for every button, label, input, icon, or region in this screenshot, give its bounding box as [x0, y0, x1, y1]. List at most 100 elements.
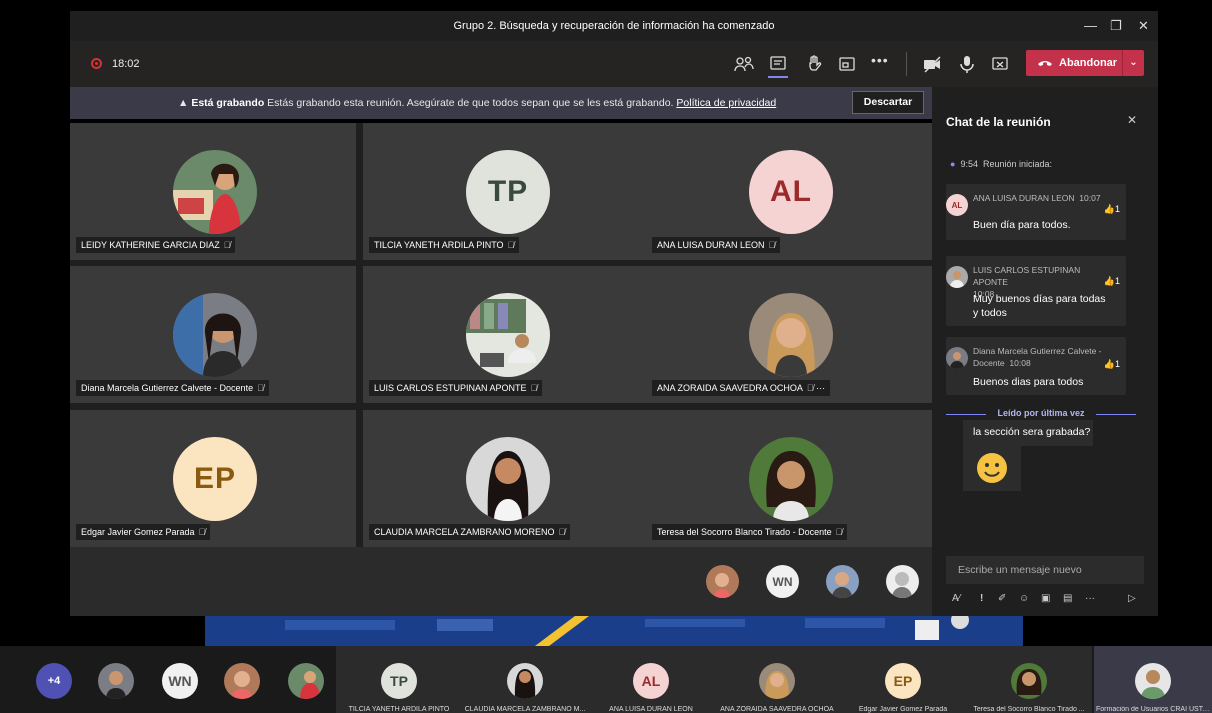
filmstrip-tile[interactable]: AL ANA LUISA DURAN LEON — [588, 646, 714, 713]
participant-photo — [466, 293, 550, 377]
mic-muted-icon: 🎙̸ — [257, 383, 264, 393]
format-icon[interactable]: A⁄ — [952, 593, 960, 604]
participant-thumbnail[interactable] — [706, 565, 739, 598]
filmstrip-name: CLAUDIA MARCELA ZAMBRANO M... — [464, 706, 586, 713]
minimize-icon[interactable]: — — [1084, 18, 1097, 33]
filmstrip-tile[interactable]: ANA ZORAIDA SAAVEDRA OCHOA — [714, 646, 840, 713]
filmstrip-name: TILCIA YANETH ARDILA PINTO — [348, 706, 450, 713]
toolbar-divider — [906, 52, 907, 76]
chat-message[interactable]: Diana Marcela Gutierrez Calvete - Docent… — [946, 337, 1126, 395]
share-screen-icon[interactable] — [990, 54, 1010, 74]
attach-icon[interactable]: ✐ — [998, 593, 1006, 604]
participant-tile[interactable]: ANA ZORAIDA SAAVEDRA OCHOA 🎙̸ ··· — [646, 266, 932, 403]
privacy-policy-link[interactable]: Política de privacidad — [676, 97, 776, 109]
participant-photo — [749, 293, 833, 377]
recording-bold: Está grabando — [191, 97, 265, 109]
recording-message: Estás grabando esta reunión. Asegúrate d… — [264, 97, 677, 109]
chat-title: Chat de la reunión — [946, 115, 1051, 129]
overflow-count-badge: +4 — [36, 663, 72, 699]
more-actions-icon[interactable]: ••• — [871, 52, 891, 72]
close-icon[interactable]: ✕ — [1138, 18, 1149, 34]
participant-filmstrip: +4 WN TP TILCIA YANETH ARDILA PINTO CLAU… — [0, 646, 1212, 713]
participant-photo — [749, 437, 833, 521]
teams-meeting-window: Grupo 2. Búsqueda y recuperación de info… — [0, 0, 1212, 713]
meeting-timer: 18:02 — [112, 58, 140, 70]
participant-tile[interactable]: TP TILCIA YANETH ARDILA PINTO 🎙̸ — [363, 123, 649, 260]
participant-avatar-initials: EP — [885, 663, 921, 699]
participant-photo — [759, 663, 795, 699]
participant-tile[interactable]: Diana Marcela Gutierrez Calvete - Docent… — [70, 266, 356, 403]
camera-off-icon[interactable] — [922, 54, 942, 74]
chat-message[interactable]: LUIS CARLOS ESTUPINAN APONTE 10:08 👍1 Muy… — [946, 256, 1126, 326]
participant-avatar-initials: WN — [162, 663, 198, 699]
thumbs-up-icon: 👍 — [1103, 276, 1115, 286]
participant-tile[interactable]: Teresa del Socorro Blanco Tirado - Docen… — [646, 410, 932, 547]
filmstrip-tile[interactable]: Formación de Usuarios CRAI USTA... — [1094, 646, 1212, 713]
participant-name-label: LEIDY KATHERINE GARCIA DIAZ 🎙̸ — [76, 237, 236, 253]
filmstrip-thumb[interactable] — [90, 646, 150, 713]
title-bar: Grupo 2. Búsqueda y recuperación de info… — [70, 11, 1158, 41]
more-options-icon[interactable]: ··· — [816, 383, 825, 393]
send-icon[interactable]: ▷ — [1128, 593, 1136, 604]
participant-tile[interactable]: LEIDY KATHERINE GARCIA DIAZ 🎙̸ — [70, 123, 356, 260]
participant-photo — [173, 293, 257, 377]
warning-icon: ▲ — [178, 97, 189, 109]
participant-tile[interactable]: EP Edgar Javier Gomez Parada 🎙̸ — [70, 410, 356, 547]
recording-banner: ▲ Está grabando Estás grabando esta reun… — [70, 87, 932, 119]
participant-photo — [507, 663, 543, 699]
filmstrip-tile[interactable]: TP TILCIA YANETH ARDILA PINTO — [336, 646, 462, 713]
filmstrip-thumb[interactable]: WN — [150, 646, 210, 713]
participant-avatar-initials: AL — [749, 150, 833, 234]
emoji-icon[interactable]: ☺ — [1019, 593, 1029, 604]
microphone-icon[interactable] — [957, 54, 977, 74]
filmstrip-name: Teresa del Socorro Blanco Tirado ... — [973, 706, 1085, 713]
like-reaction[interactable]: 👍1 — [1104, 359, 1120, 370]
filmstrip-tile[interactable]: Teresa del Socorro Blanco Tirado ... — [966, 646, 1092, 713]
participants-icon[interactable] — [734, 54, 754, 74]
like-reaction[interactable]: 👍1 — [1104, 276, 1120, 287]
my-chat-message[interactable]: la sección sera grabada? — [963, 420, 1093, 446]
smiley-emoji-message[interactable] — [963, 446, 1021, 491]
participant-avatar-initials: AL — [633, 663, 669, 699]
maximize-icon[interactable]: ❐ — [1110, 18, 1122, 34]
filmstrip-tile[interactable]: CLAUDIA MARCELA ZAMBRANO M... — [462, 646, 588, 713]
leave-label: Abandonar — [1059, 57, 1118, 69]
more-options-icon[interactable]: ··· — [1085, 593, 1095, 604]
dismiss-button[interactable]: Descartar — [852, 91, 924, 114]
close-icon[interactable]: ✕ — [1127, 113, 1137, 127]
like-reaction[interactable]: 👍1 — [1104, 204, 1120, 215]
participant-thumbnail[interactable] — [826, 565, 859, 598]
filmstrip-thumb[interactable] — [274, 646, 336, 713]
participant-thumbnail[interactable] — [886, 565, 919, 598]
filmstrip-name: ANA LUISA DURAN LEON — [609, 706, 693, 713]
participant-photo — [98, 663, 134, 699]
meeting-toolbar: 18:02 ••• Abandonar ⌄ — [70, 41, 1158, 87]
sticker-icon[interactable]: ▤ — [1063, 593, 1072, 604]
raise-hand-icon[interactable] — [804, 54, 824, 74]
overflow-count-tile[interactable]: +4 — [0, 646, 90, 713]
mic-muted-icon: 🎙̸ — [835, 527, 843, 537]
filmstrip-name: Edgar Javier Gomez Parada — [858, 706, 948, 713]
participant-thumbnail-initials[interactable]: WN — [766, 565, 799, 598]
participant-name-label: TILCIA YANETH ARDILA PINTO 🎙̸ — [369, 237, 520, 253]
participant-tile[interactable]: AL ANA LUISA DURAN LEON 🎙̸ — [646, 123, 932, 260]
filmstrip-tile[interactable]: EP Edgar Javier Gomez Parada — [840, 646, 966, 713]
filmstrip-thumb[interactable] — [214, 646, 274, 713]
gif-icon[interactable]: ▣ — [1041, 593, 1050, 604]
message-text: Muy buenos días para todas y todos — [973, 293, 1106, 319]
participant-avatar-initials: EP — [173, 437, 257, 521]
message-compose-box[interactable]: Escribe un mensaje nuevo — [946, 556, 1144, 584]
important-icon[interactable]: ! — [980, 593, 983, 604]
window-title: Grupo 2. Búsqueda y recuperación de info… — [453, 20, 775, 32]
participant-tile[interactable]: CLAUDIA MARCELA ZAMBRANO MORENO 🎙̸ — [363, 410, 649, 547]
breakout-rooms-icon[interactable] — [837, 54, 857, 74]
leave-button[interactable]: Abandonar ⌄ — [1026, 50, 1144, 76]
participant-photo — [288, 663, 324, 699]
participant-name-label: ANA LUISA DURAN LEON 🎙̸ — [652, 237, 781, 253]
chat-icon[interactable] — [768, 54, 788, 78]
mic-muted-icon: 🎙̸ — [806, 383, 814, 393]
hang-up-icon — [1038, 61, 1052, 66]
leave-options-chevron-down-icon[interactable]: ⌄ — [1122, 50, 1144, 76]
chat-message[interactable]: AL ANA LUISA DURAN LEON 10:07 👍1 Buen dí… — [946, 184, 1126, 240]
participant-tile[interactable]: LUIS CARLOS ESTUPINAN APONTE 🎙̸ — [363, 266, 649, 403]
